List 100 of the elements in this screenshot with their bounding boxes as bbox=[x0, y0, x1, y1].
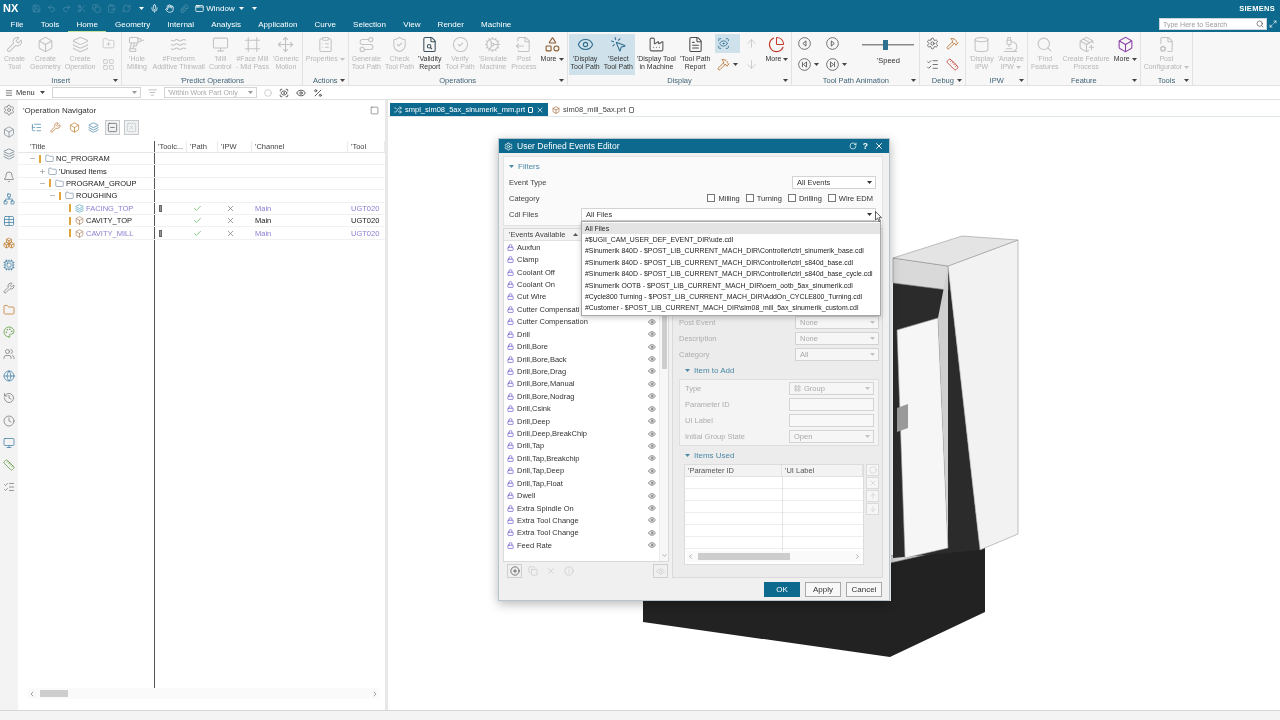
eye-icon[interactable] bbox=[648, 404, 656, 413]
menu-tab[interactable]: Application bbox=[249, 16, 306, 32]
eye-icon[interactable] bbox=[648, 528, 656, 537]
caret-icon[interactable] bbox=[251, 6, 257, 10]
caret-icon[interactable] bbox=[1131, 79, 1137, 82]
menu-tab[interactable]: Internal bbox=[158, 16, 203, 32]
ribbon-icon-button[interactable] bbox=[715, 34, 741, 53]
layers-icon[interactable] bbox=[3, 148, 15, 161]
dialog-button[interactable]: Cancel bbox=[846, 581, 882, 597]
toolbar-button[interactable] bbox=[86, 119, 101, 135]
palette-icon[interactable] bbox=[3, 325, 15, 338]
toolbar-button[interactable] bbox=[48, 119, 63, 135]
fullscreen-icon[interactable] bbox=[1269, 20, 1277, 28]
caret-icon[interactable] bbox=[783, 79, 789, 82]
caret-icon[interactable] bbox=[957, 79, 963, 82]
section-header[interactable]: Filters bbox=[509, 159, 540, 173]
horizontal-scrollbar[interactable] bbox=[687, 551, 861, 562]
ribbon-icon-button[interactable] bbox=[944, 55, 962, 74]
rotate-arrow-icon[interactable] bbox=[848, 142, 857, 150]
caret-icon[interactable] bbox=[911, 79, 917, 82]
expand-icon[interactable] bbox=[38, 167, 46, 175]
paste-icon[interactable] bbox=[107, 3, 117, 13]
section-header[interactable]: Items Used bbox=[679, 448, 735, 462]
boxes-icon[interactable] bbox=[3, 237, 15, 250]
ruler-icon[interactable] bbox=[3, 459, 15, 471]
checklist-icon[interactable] bbox=[3, 481, 15, 494]
eye-icon[interactable] bbox=[648, 541, 656, 550]
history-icon[interactable] bbox=[3, 392, 15, 405]
users-icon[interactable] bbox=[3, 348, 15, 361]
horizontal-scrollbar[interactable] bbox=[28, 688, 379, 699]
menu-tab[interactable]: File bbox=[2, 16, 33, 32]
eye-icon[interactable] bbox=[648, 466, 656, 475]
eye-icon[interactable] bbox=[648, 379, 656, 388]
folder-icon[interactable] bbox=[3, 303, 15, 316]
scissors-icon[interactable] bbox=[77, 3, 87, 13]
eye-icon[interactable] bbox=[648, 491, 656, 500]
microphone-icon[interactable] bbox=[150, 3, 160, 13]
dialog-button[interactable]: OK bbox=[764, 581, 800, 597]
eye-icon[interactable] bbox=[648, 342, 656, 351]
chevron-left-icon[interactable] bbox=[687, 553, 694, 560]
table-icon[interactable] bbox=[3, 214, 15, 227]
menu-tab[interactable]: Curve bbox=[306, 16, 345, 32]
eye-icon[interactable] bbox=[648, 516, 656, 525]
eye-icon[interactable] bbox=[648, 479, 656, 488]
chevron-right-icon[interactable] bbox=[371, 689, 379, 698]
globe-icon[interactable] bbox=[3, 370, 15, 383]
eye-icon[interactable] bbox=[648, 355, 656, 363]
menu-tab[interactable]: Selection bbox=[344, 16, 395, 32]
input-field[interactable] bbox=[789, 398, 874, 411]
section-header[interactable]: Item to Add bbox=[679, 363, 735, 377]
percent-icon[interactable] bbox=[312, 87, 323, 98]
caret-icon[interactable] bbox=[339, 79, 345, 82]
checkbox[interactable] bbox=[745, 194, 754, 202]
maximize-icon[interactable] bbox=[370, 105, 379, 115]
close-icon[interactable] bbox=[874, 141, 884, 151]
tree-structure-icon[interactable] bbox=[3, 192, 15, 205]
eye-icon[interactable] bbox=[648, 330, 656, 339]
caret-icon[interactable] bbox=[1184, 79, 1190, 82]
slider-thumb[interactable] bbox=[883, 40, 889, 50]
toolbar-button[interactable] bbox=[67, 119, 82, 135]
close-icon[interactable] bbox=[536, 105, 545, 114]
menu-tab[interactable]: Geometry bbox=[106, 16, 159, 32]
menu-tab[interactable]: Tools bbox=[32, 16, 68, 32]
caret-icon[interactable] bbox=[113, 79, 119, 82]
eye-icon[interactable] bbox=[648, 417, 656, 426]
cube-icon[interactable] bbox=[3, 126, 15, 139]
input-field[interactable] bbox=[789, 414, 874, 427]
ribbon-icon-button[interactable] bbox=[824, 55, 850, 74]
chevron-down-icon[interactable] bbox=[660, 552, 668, 559]
eye-icon[interactable] bbox=[648, 367, 656, 376]
filter-icon[interactable] bbox=[147, 88, 157, 97]
toolbar-button[interactable] bbox=[105, 119, 120, 135]
selection-filter-dropdown[interactable] bbox=[51, 87, 141, 98]
monitor-icon[interactable] bbox=[3, 436, 15, 449]
settings-icon[interactable] bbox=[3, 104, 15, 116]
chevron-left-icon[interactable] bbox=[28, 689, 36, 698]
eye-icon[interactable] bbox=[648, 429, 656, 438]
checkbox[interactable] bbox=[827, 194, 836, 202]
menu-tab[interactable]: Machine bbox=[472, 16, 520, 32]
ribbon-icon-button[interactable] bbox=[796, 55, 822, 74]
eye-icon[interactable] bbox=[648, 317, 656, 326]
chevron-right-icon[interactable] bbox=[854, 553, 861, 560]
hand-icon[interactable] bbox=[165, 3, 175, 13]
eye-icon[interactable] bbox=[295, 87, 306, 98]
caret-icon[interactable] bbox=[139, 6, 145, 10]
eye-icon[interactable] bbox=[648, 441, 656, 450]
menu-tab[interactable]: Render bbox=[429, 16, 473, 32]
eye-icon[interactable] bbox=[648, 504, 656, 513]
dialog-button[interactable]: Apply bbox=[805, 581, 841, 597]
list-tool-button[interactable] bbox=[507, 564, 522, 578]
bell-icon[interactable] bbox=[3, 170, 15, 183]
menu-tab[interactable]: Analysis bbox=[202, 16, 250, 32]
checkbox[interactable] bbox=[707, 194, 716, 202]
eye-icon[interactable] bbox=[648, 454, 656, 463]
save-icon[interactable] bbox=[32, 3, 42, 13]
files-icon[interactable] bbox=[180, 3, 190, 13]
eye-icon[interactable] bbox=[648, 392, 656, 401]
chip-icon[interactable] bbox=[3, 259, 15, 272]
clock-icon[interactable] bbox=[3, 414, 15, 427]
caret-icon[interactable] bbox=[558, 79, 564, 82]
